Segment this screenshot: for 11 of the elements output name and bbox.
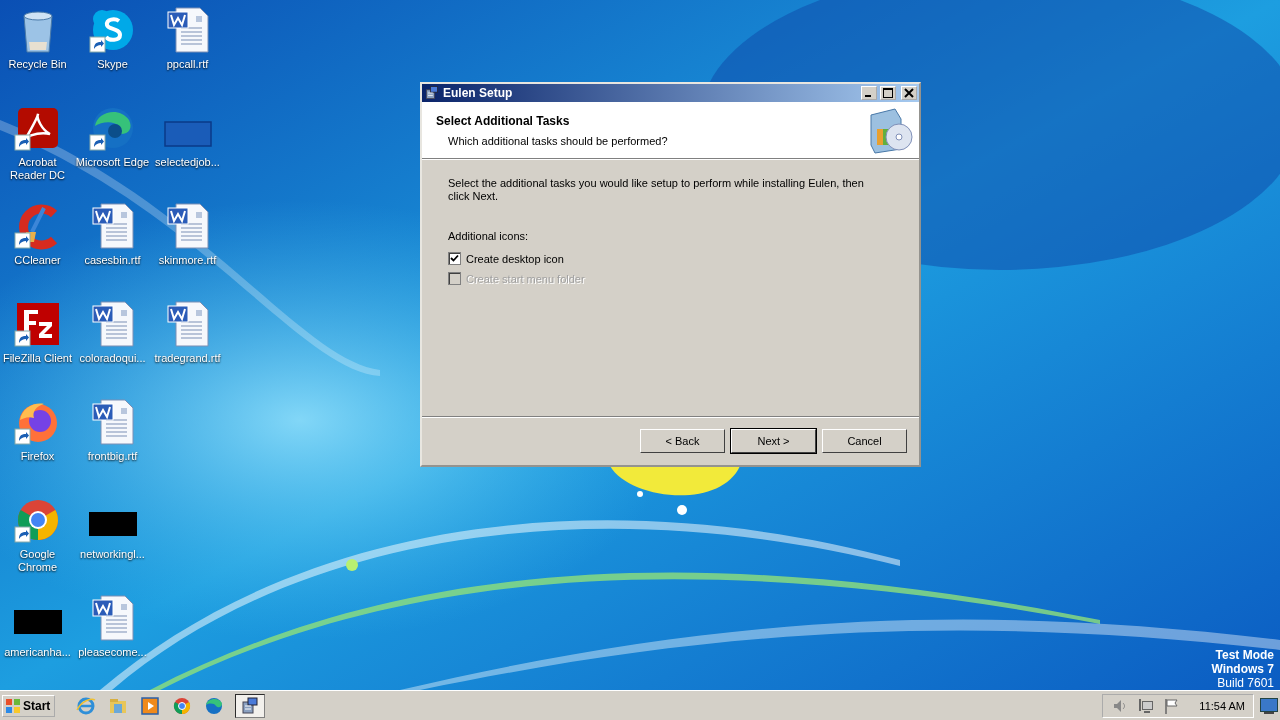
windows-logo-icon	[5, 697, 21, 714]
media-player-icon	[140, 695, 161, 716]
show-desktop-icon[interactable]	[1260, 697, 1278, 714]
start-button[interactable]: Start	[2, 694, 56, 717]
setup-icon	[240, 695, 261, 716]
network-icon[interactable]	[1137, 696, 1156, 715]
ie-icon	[76, 695, 97, 716]
chrome-icon	[172, 695, 193, 716]
taskbar-setup-button[interactable]	[235, 693, 266, 718]
edge-icon	[204, 695, 225, 716]
clock[interactable]: 11:54 AM	[1199, 699, 1245, 712]
